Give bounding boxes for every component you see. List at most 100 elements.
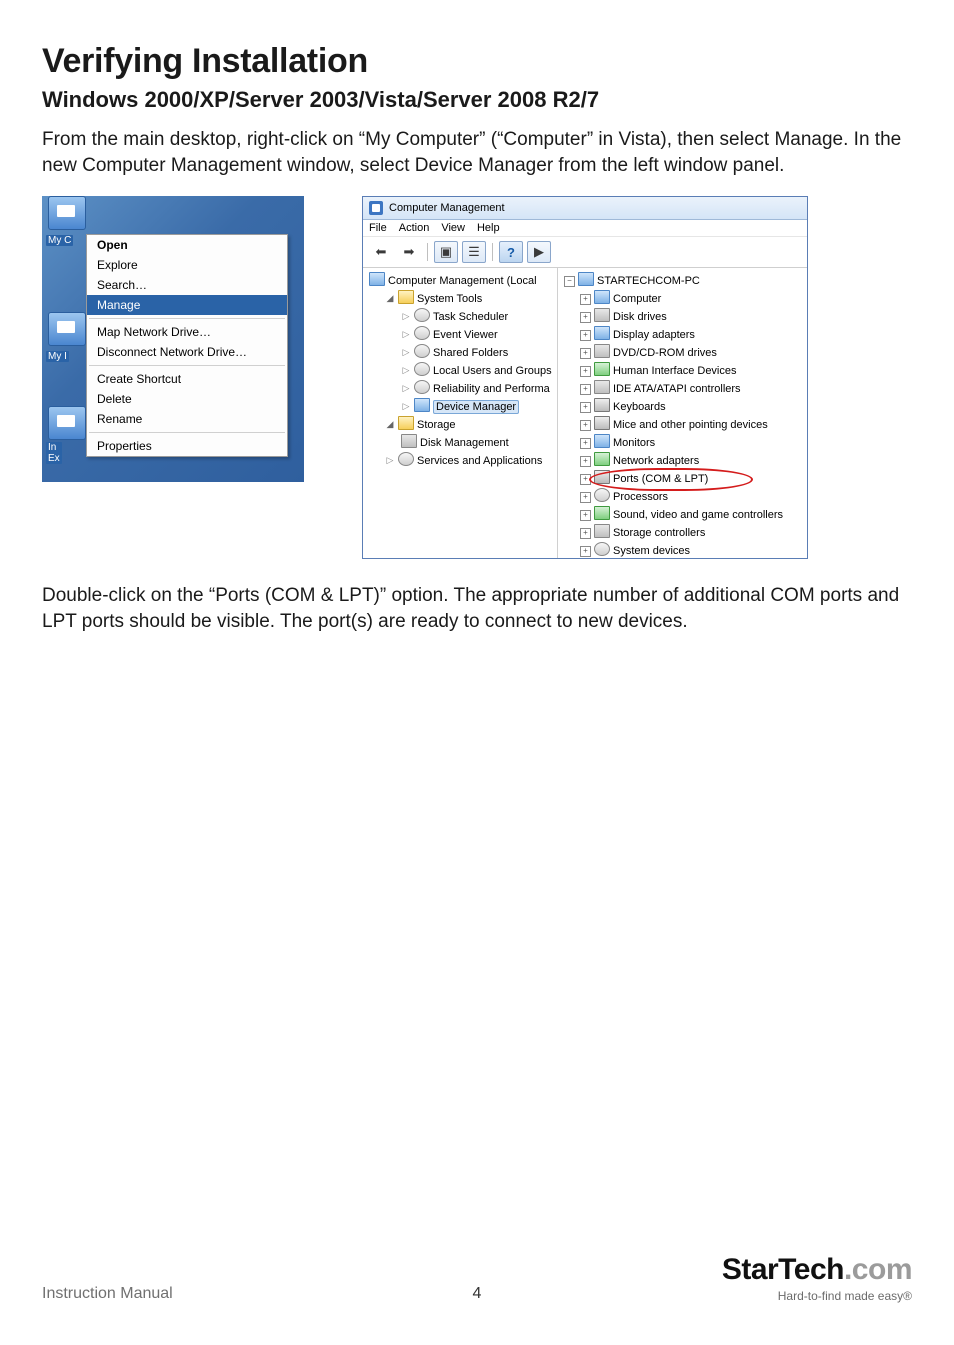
tree-item[interactable]: Storage controllers xyxy=(580,524,805,542)
expand-icon[interactable] xyxy=(580,348,591,359)
device-icon xyxy=(594,524,610,538)
expand-icon[interactable] xyxy=(580,366,591,377)
collapse-icon[interactable] xyxy=(385,420,395,429)
tree-item[interactable]: Sound, video and game controllers xyxy=(580,506,805,524)
computer-management-window: Computer Management File Action View Help ⬅… xyxy=(362,196,808,559)
context-menu-item[interactable]: Create Shortcut xyxy=(87,369,287,389)
desktop-icon-my-network[interactable]: My I xyxy=(46,312,88,352)
root-icon xyxy=(369,272,385,286)
page-title: Verifying Installation xyxy=(42,42,912,81)
tree-item[interactable]: Disk Management xyxy=(401,434,555,452)
tree-item[interactable]: Keyboards xyxy=(580,398,805,416)
expand-icon[interactable] xyxy=(401,312,411,321)
tree-item[interactable]: Task Scheduler xyxy=(401,308,555,326)
tree-item[interactable]: System devices xyxy=(580,542,805,558)
expand-icon[interactable] xyxy=(401,366,411,375)
collapse-icon[interactable] xyxy=(564,276,575,287)
node-icon xyxy=(414,308,430,322)
expand-icon[interactable] xyxy=(580,456,591,467)
window-titlebar[interactable]: Computer Management xyxy=(363,197,807,220)
refresh-button[interactable]: ▶ xyxy=(527,241,551,263)
tree-item[interactable]: STARTECHCOM-PCComputerDisk drivesDisplay… xyxy=(564,272,805,558)
expand-icon[interactable] xyxy=(580,402,591,413)
expand-icon[interactable] xyxy=(580,492,591,503)
right-pane: STARTECHCOM-PCComputerDisk drivesDisplay… xyxy=(558,268,807,558)
tree-item[interactable]: Ports (COM & LPT) xyxy=(580,470,805,488)
context-menu-item[interactable]: Properties xyxy=(87,436,287,456)
expand-icon[interactable] xyxy=(385,456,395,465)
collapse-icon[interactable] xyxy=(385,294,395,303)
menu-bar: File Action View Help xyxy=(363,220,807,236)
tree-item[interactable]: Display adapters xyxy=(580,326,805,344)
tree-item[interactable]: Computer xyxy=(580,290,805,308)
tree-item[interactable]: Network adapters xyxy=(580,452,805,470)
toolbar: ⬅ ➡ ▣ ☰ ? ▶ xyxy=(363,236,807,268)
device-icon xyxy=(594,470,610,484)
device-icon xyxy=(594,308,610,322)
context-menu-item[interactable]: Open xyxy=(87,235,287,255)
menu-item[interactable]: View xyxy=(441,222,465,234)
tree-item[interactable]: Reliability and Performa xyxy=(401,380,555,398)
tree-item[interactable]: Human Interface Devices xyxy=(580,362,805,380)
window-title: Computer Management xyxy=(389,202,505,214)
desktop-icon-ie[interactable]: In Ex xyxy=(46,406,88,446)
expand-icon[interactable] xyxy=(580,420,591,431)
expand-icon[interactable] xyxy=(401,348,411,357)
device-icon xyxy=(594,506,610,520)
tree-item[interactable]: Local Users and Groups xyxy=(401,362,555,380)
expand-icon[interactable] xyxy=(580,474,591,485)
app-icon xyxy=(369,201,383,215)
back-button[interactable]: ⬅ xyxy=(369,241,393,263)
context-menu-item[interactable]: Manage xyxy=(87,295,287,315)
tree-item[interactable]: Monitors xyxy=(580,434,805,452)
action-button[interactable]: ▣ xyxy=(434,241,458,263)
ie-icon xyxy=(48,406,86,440)
expand-icon[interactable] xyxy=(580,330,591,341)
forward-button[interactable]: ➡ xyxy=(397,241,421,263)
context-menu-item[interactable]: Search… xyxy=(87,275,287,295)
context-menu-item[interactable]: Disconnect Network Drive… xyxy=(87,342,287,362)
expand-icon[interactable] xyxy=(580,438,591,449)
device-icon xyxy=(594,398,610,412)
tree-item[interactable]: Processors xyxy=(580,488,805,506)
properties-button[interactable]: ☰ xyxy=(462,241,486,263)
tree-item[interactable]: System ToolsTask SchedulerEvent ViewerSh… xyxy=(385,290,555,416)
device-icon xyxy=(594,416,610,430)
desktop-icon-my-computer[interactable]: My C xyxy=(46,196,88,236)
context-menu-item[interactable]: Delete xyxy=(87,389,287,409)
tree-item[interactable]: Shared Folders xyxy=(401,344,555,362)
tree-item[interactable]: DVD/CD-ROM drives xyxy=(580,344,805,362)
menu-item[interactable]: File xyxy=(369,222,387,234)
context-menu-item[interactable]: Map Network Drive… xyxy=(87,322,287,342)
expand-icon[interactable] xyxy=(580,528,591,539)
menu-item[interactable]: Action xyxy=(399,222,430,234)
tree-item[interactable]: Services and Applications xyxy=(385,452,555,470)
tree-item[interactable]: IDE ATA/ATAPI controllers xyxy=(580,380,805,398)
expand-icon[interactable] xyxy=(401,402,411,411)
tree-item[interactable]: StorageDisk Management xyxy=(385,416,555,452)
expand-icon[interactable] xyxy=(401,384,411,393)
computer-icon xyxy=(578,272,594,286)
menu-item[interactable]: Help xyxy=(477,222,500,234)
expand-icon[interactable] xyxy=(580,546,591,557)
tree-item[interactable]: Event Viewer xyxy=(401,326,555,344)
node-icon xyxy=(414,380,430,394)
tree-item[interactable]: Computer Management (LocalSystem ToolsTa… xyxy=(369,272,555,470)
expand-icon[interactable] xyxy=(401,330,411,339)
tree-item[interactable]: Mice and other pointing devices xyxy=(580,416,805,434)
expand-icon[interactable] xyxy=(580,384,591,395)
context-menu-item[interactable]: Explore xyxy=(87,255,287,275)
device-icon xyxy=(594,542,610,556)
page-number: 4 xyxy=(42,1285,912,1303)
tree-item[interactable]: Disk drives xyxy=(580,308,805,326)
help-button[interactable]: ? xyxy=(499,241,523,263)
tree-item[interactable]: Device Manager xyxy=(401,398,555,416)
context-menu-item[interactable]: Rename xyxy=(87,409,287,429)
device-icon xyxy=(594,380,610,394)
expand-icon[interactable] xyxy=(580,294,591,305)
folder-icon xyxy=(398,416,414,430)
context-menu: OpenExploreSearch…Manage Map Network Driv… xyxy=(86,234,288,457)
device-icon xyxy=(594,452,610,466)
expand-icon[interactable] xyxy=(580,312,591,323)
expand-icon[interactable] xyxy=(580,510,591,521)
